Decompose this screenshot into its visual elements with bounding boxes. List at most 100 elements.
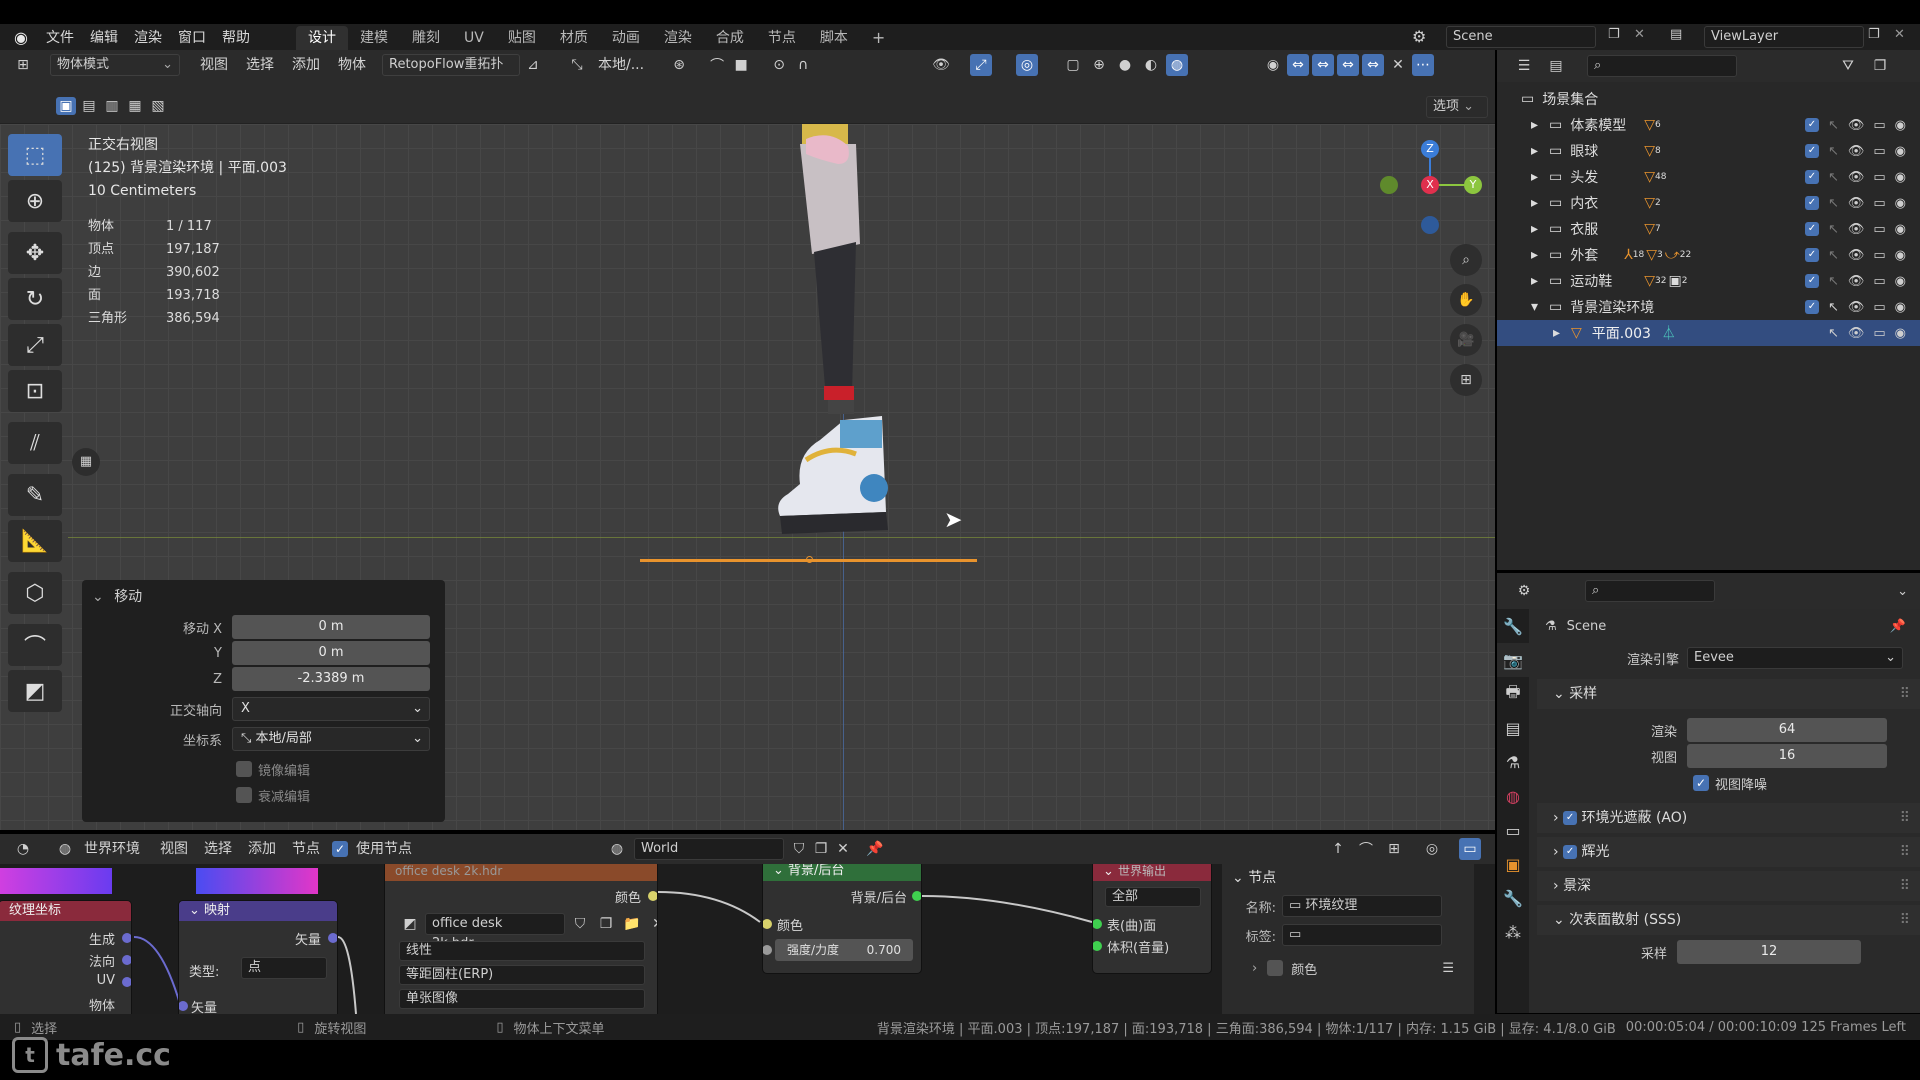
unlink-icon[interactable]: ✕ (832, 838, 854, 860)
select-arrow-icon[interactable]: ↖ (1828, 248, 1839, 263)
tool-tab-icon[interactable]: 🔧 (1497, 609, 1529, 643)
drag-handle-icon[interactable]: ⠿ (1900, 803, 1910, 833)
fake-user-icon[interactable]: ⛉ (569, 913, 591, 935)
select-box-tool[interactable]: ⬚ (8, 134, 62, 176)
socket-background-out[interactable] (912, 891, 921, 901)
outliner-item[interactable]: ▸ ▭ 外套 ⅄ 18 ▽ 3 ⤻ 22 ✓ ↖ 👁 ▭ ◉ (1497, 242, 1920, 268)
unlink-icon[interactable]: ✕ (647, 913, 657, 935)
menu-add[interactable]: 添加 (284, 54, 328, 76)
hair-tool[interactable]: ⫽ (8, 422, 62, 464)
select-arrow-icon[interactable]: ↖ (1828, 274, 1839, 289)
collection-tab-icon[interactable]: ▭ (1497, 813, 1529, 847)
eye-icon[interactable]: 👁 (1848, 118, 1865, 133)
overlay-icon[interactable]: ◎ (1421, 838, 1443, 860)
rendered-shading-icon[interactable]: ◍ (1166, 54, 1188, 76)
menu-node[interactable]: 节点 (284, 838, 328, 860)
tab-sculpt[interactable]: 雕刻 (400, 26, 452, 50)
outliner-item[interactable]: ▸ ▭ 内衣 ▽ 2 ✓ ↖ 👁 ▭ ◉ (1497, 190, 1920, 216)
scene-tab-icon[interactable]: ⚗ (1497, 745, 1529, 779)
chevron-right-icon[interactable]: › (1252, 961, 1257, 976)
chevron-right-icon[interactable]: ▸ (1531, 273, 1549, 289)
world-field[interactable]: World (634, 838, 784, 860)
outliner-item[interactable]: ▸ ▭ 眼球 ▽ 8 ✓ ↖ 👁 ▭ ◉ (1497, 138, 1920, 164)
view-layer-icon[interactable]: ▤ (1670, 27, 1682, 42)
chevron-down-icon[interactable]: ⌄ (92, 589, 104, 605)
menu-file[interactable]: 文件 (38, 27, 82, 47)
duplicate-icon[interactable]: ❐ (595, 913, 617, 935)
outliner-item[interactable]: ▾ ▭ 背景渲染环境 ✓ ↖ 👁 ▭ ◉ (1497, 294, 1920, 320)
pivot-point-icon[interactable]: ⊛ (668, 54, 690, 76)
coord-select[interactable]: ⤡ 本地/局部 ⌄ (232, 727, 430, 751)
snap-mode-icon[interactable]: ■ (730, 54, 752, 76)
properties-search-input[interactable]: ⌕ (1585, 580, 1715, 602)
backdrop-icon[interactable]: ▭ (1459, 838, 1481, 860)
chevron-right-icon[interactable]: ▸ (1531, 221, 1549, 237)
extension-select[interactable]: 单张图像 (399, 989, 645, 1009)
camera-icon[interactable]: ◉ (1895, 144, 1906, 159)
tab-shading[interactable]: 材质 (548, 26, 600, 50)
tab-modeling[interactable]: 建模 (348, 26, 400, 50)
exclude-checkbox[interactable]: ✓ (1804, 195, 1819, 210)
socket-vector-out[interactable] (328, 933, 337, 943)
xray-icon[interactable]: ▢ (1062, 54, 1084, 76)
menu-select[interactable]: 选择 (196, 838, 240, 860)
env-texture-node[interactable]: office desk 2k.hdr 颜色 ◩ office desk 2k.h… (384, 864, 658, 1014)
socket-uv[interactable] (122, 977, 131, 987)
chevron-right-icon[interactable]: ▸ (1531, 117, 1549, 133)
render-samples-field[interactable]: 64 (1687, 718, 1887, 742)
outliner-item[interactable]: ▸ ▭ 头发 ▽ 48 ✓ ↖ 👁 ▭ ◉ (1497, 164, 1920, 190)
mirror-icon[interactable]: ◉ (1262, 54, 1284, 76)
menu-view[interactable]: 视图 (192, 54, 236, 76)
display-mode-icon[interactable]: ▤ (1545, 55, 1567, 77)
tab-scripting[interactable]: 脚本 (808, 26, 860, 50)
strength-field[interactable]: 强度/力度 0.700 (775, 939, 913, 961)
mesh-mirror-y-icon[interactable]: ⇔ (1312, 54, 1334, 76)
monitor-icon[interactable]: ▭ (1873, 196, 1885, 211)
bloom-panel-header[interactable]: › ✓ 辉光 ⠿ (1537, 837, 1920, 867)
gizmo-neg-z-icon[interactable] (1421, 216, 1439, 234)
mesh-sym-icon[interactable]: ⇔ (1362, 54, 1384, 76)
eye-icon[interactable]: 👁 (1848, 326, 1865, 341)
object-tab-icon[interactable]: ▣ (1497, 847, 1529, 881)
move-tool[interactable]: ✥ (8, 232, 62, 274)
socket-vector-in[interactable] (179, 1001, 188, 1011)
pin-icon[interactable]: 📌 (1890, 619, 1906, 634)
camera-icon[interactable]: ◉ (1895, 274, 1906, 289)
tab-nodes[interactable]: 节点 (756, 26, 808, 50)
world-output-node[interactable]: ⌄ 世界输出 全部 表(曲)面 体积(音量) (1092, 864, 1212, 974)
camera-icon[interactable]: 🎥 (1450, 324, 1482, 356)
view-layer-tab-icon[interactable]: ▤ (1497, 711, 1529, 745)
transform-tool[interactable]: ⊡ (8, 370, 62, 412)
new-view-layer-icon[interactable]: ❐ (1868, 27, 1880, 42)
chevron-down-icon[interactable]: ⌄ (189, 903, 200, 918)
folder-icon[interactable]: 📁 (621, 913, 643, 935)
render-tab-icon[interactable]: 📷 (1497, 643, 1529, 677)
camera-icon[interactable]: ◉ (1895, 222, 1906, 237)
exclude-checkbox[interactable]: ✓ (1804, 299, 1819, 314)
falloff-icon[interactable]: ∩ (792, 54, 814, 76)
transform-orientation-select[interactable]: 本地/... (590, 54, 652, 76)
overlay-toggle-icon[interactable]: ◎ (1016, 54, 1038, 76)
select-arrow-icon[interactable]: ↖ (1828, 118, 1839, 133)
proportional-edit-icon[interactable]: ⊙ (768, 54, 790, 76)
annotate-tool[interactable]: ✎ (8, 474, 62, 516)
snap-icon[interactable]: ⌒ (706, 54, 728, 76)
shader-type-select[interactable]: 世界环境 (76, 838, 148, 860)
use-nodes-checkbox[interactable]: ✓ (332, 841, 348, 857)
menu-add[interactable]: 添加 (240, 838, 284, 860)
navigation-gizmo[interactable]: Z X Y (1380, 136, 1482, 236)
curve-tool[interactable]: ⌒ (8, 624, 62, 666)
monitor-icon[interactable]: ▭ (1873, 248, 1885, 263)
list-icon[interactable]: ☰ (1442, 961, 1454, 976)
camera-icon[interactable]: ◉ (1895, 326, 1906, 341)
camera-icon[interactable]: ◉ (1895, 248, 1906, 263)
menu-edit[interactable]: 编辑 (82, 27, 126, 47)
image-field[interactable]: office desk 2k.hdr... (425, 913, 565, 951)
transform-orientation-icon[interactable]: ⤡ (566, 54, 588, 76)
drag-handle-icon[interactable]: ⠿ (1900, 837, 1910, 867)
chevron-down-icon[interactable]: ⌄ (773, 864, 784, 878)
select-new-icon[interactable]: ▣ (56, 97, 76, 115)
pan-hand-icon[interactable]: ✋ (1450, 284, 1482, 316)
socket-generated[interactable] (122, 933, 131, 943)
measure-tool[interactable]: 📐 (8, 520, 62, 562)
